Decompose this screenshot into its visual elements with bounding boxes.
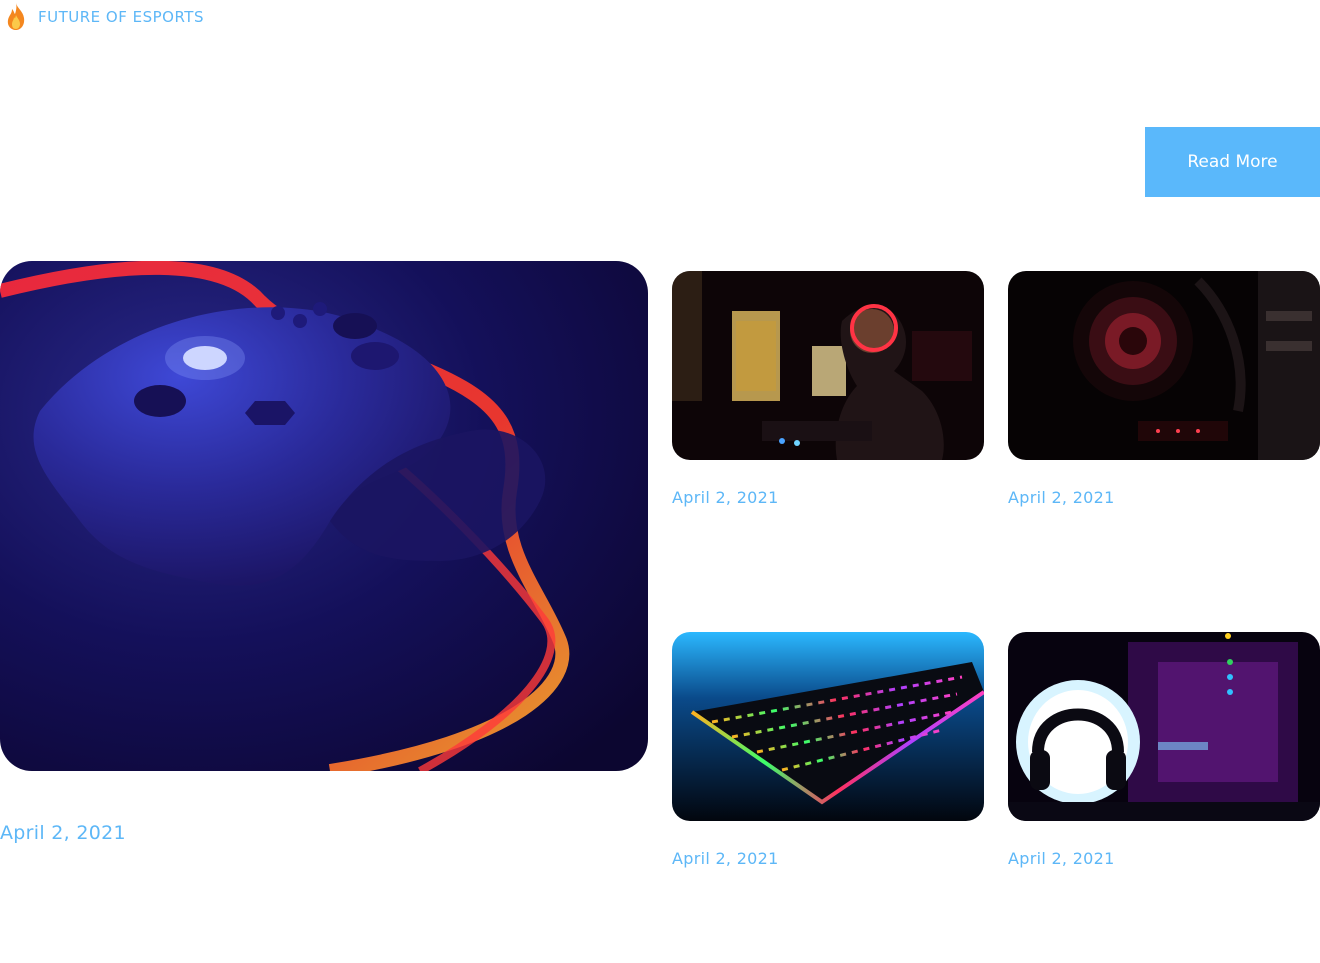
- post-date-2: April 2, 2021: [1008, 488, 1115, 507]
- post-date-3: April 2, 2021: [672, 849, 779, 868]
- headphones-stand-photo: [1008, 632, 1320, 821]
- category-kicker[interactable]: FUTURE OF ESPORTS: [4, 2, 204, 32]
- read-more-button[interactable]: Read More: [1145, 127, 1320, 197]
- post-image-3[interactable]: [672, 632, 984, 821]
- featured-post-date: April 2, 2021: [0, 822, 126, 844]
- post-image-4[interactable]: [1008, 632, 1320, 821]
- gamer-with-headset-photo: [672, 271, 984, 460]
- post-date-4: April 2, 2021: [1008, 849, 1115, 868]
- post-date-1: April 2, 2021: [672, 488, 779, 507]
- featured-post-image[interactable]: [0, 261, 648, 771]
- post-image-1[interactable]: [672, 271, 984, 460]
- rgb-keyboard-photo: [672, 632, 984, 821]
- gamepad-controller-photo: [0, 261, 648, 771]
- pc-case-fan-photo: [1008, 271, 1320, 460]
- post-image-2[interactable]: [1008, 271, 1320, 460]
- kicker-text: FUTURE OF ESPORTS: [38, 8, 204, 26]
- fire-icon: [7, 3, 25, 30]
